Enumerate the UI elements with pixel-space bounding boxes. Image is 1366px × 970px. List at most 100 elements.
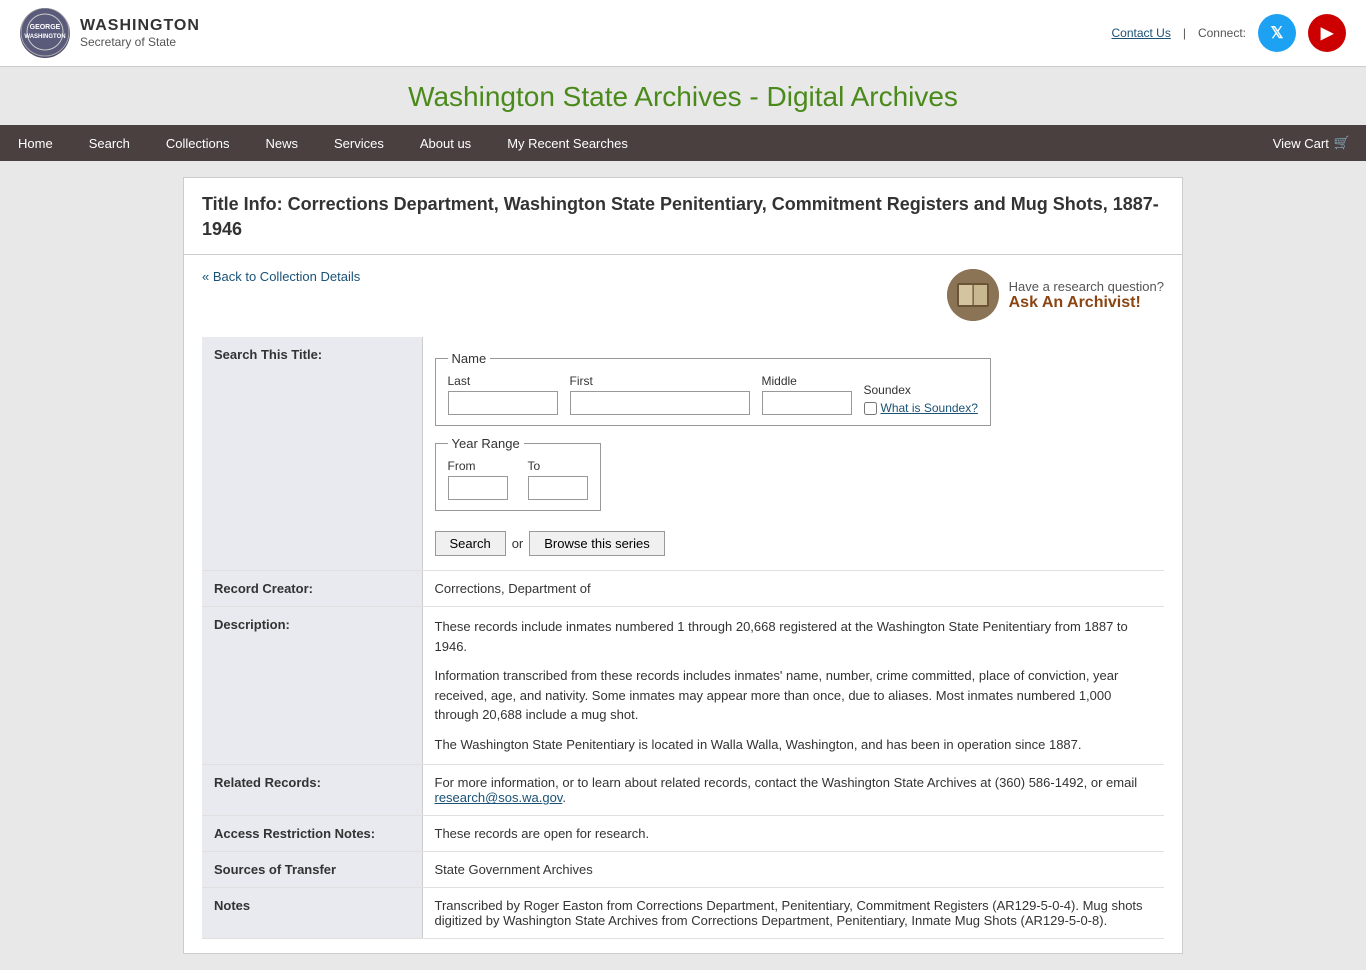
cell-access: These records are open for research. [422,816,1164,852]
wa-state-logo: GEORGE WASHINGTON [20,8,70,58]
youtube-icon: ▶ [1321,23,1333,43]
page-header: GEORGE WASHINGTON WASHINGTON Secretary o… [0,0,1366,67]
main-content: Title Info: Corrections Department, Wash… [183,177,1183,954]
site-title: Washington State Archives - Digital Arch… [0,67,1366,125]
last-name-input[interactable] [448,391,558,415]
cell-record-creator: Corrections, Department of [422,571,1164,607]
back-to-collection-link[interactable]: « Back to Collection Details [202,269,360,284]
archivist-text: Have a research question? Ask An Archivi… [1009,279,1164,312]
contact-us-link[interactable]: Contact Us [1111,26,1170,40]
from-year-field: From [448,459,508,500]
name-fieldset-wrapper: Name Last First [435,351,1153,436]
separator: | [1183,26,1186,40]
info-table: Search This Title: Name Last [202,337,1164,939]
label-access: Access Restriction Notes: [202,816,422,852]
last-name-field: Last [448,374,558,415]
twitter-icon: 𝕏 [1271,23,1284,43]
soundex-section: Soundex What is Soundex? [864,383,978,415]
wa-state-text: WASHINGTON Secretary of State [80,17,200,49]
nav-news[interactable]: News [247,126,316,161]
svg-text:WASHINGTON: WASHINGTON [24,34,65,40]
header-right: Contact Us | Connect: 𝕏 ▶ [1111,14,1346,52]
description-para3: The Washington State Penitentiary is loc… [435,735,1153,755]
table-row-description: Description: These records include inmat… [202,607,1164,765]
archivist-icon [947,269,999,321]
label-description: Description: [202,607,422,765]
name-row: Last First Middle [448,374,978,415]
nav-search[interactable]: Search [71,126,148,161]
cart-label: View Cart [1273,136,1329,151]
nav-about[interactable]: About us [402,126,489,161]
label-search: Search This Title: [202,337,422,571]
to-year-input[interactable] [528,476,588,500]
cell-related: For more information, or to learn about … [422,765,1164,816]
first-name-field: First [570,374,750,415]
top-row: « Back to Collection Details Have a rese… [202,269,1164,321]
youtube-button[interactable]: ▶ [1308,14,1346,52]
description-para2: Information transcribed from these recor… [435,666,1153,725]
table-row-search: Search This Title: Name Last [202,337,1164,571]
nav-collections[interactable]: Collections [148,126,248,161]
from-year-input[interactable] [448,476,508,500]
main-navigation: Home Search Collections News Services Ab… [0,125,1366,161]
to-year-field: To [528,459,588,500]
name-fieldset: Name Last First [435,351,991,426]
related-text: For more information, or to learn about … [435,775,1138,790]
soundex-checkbox[interactable] [864,402,877,415]
description-para1: These records include inmates numbered 1… [435,617,1153,656]
related-text2: . [562,790,566,805]
connect-label: Connect: [1198,26,1246,40]
browse-series-button[interactable]: Browse this series [529,531,664,556]
year-range-fieldset: Year Range From To [435,436,601,511]
or-text: or [512,536,524,551]
twitter-button[interactable]: 𝕏 [1258,14,1296,52]
label-related: Related Records: [202,765,422,816]
table-row-sources: Sources of Transfer State Government Arc… [202,852,1164,888]
from-label: From [448,459,508,473]
logo-inner: GEORGE WASHINGTON [20,8,70,58]
name-legend: Name [448,351,491,366]
cell-sources: State Government Archives [422,852,1164,888]
archivist-question: Have a research question? [1009,279,1164,294]
archivist-box: Have a research question? Ask An Archivi… [947,269,1164,321]
cart-icon: 🛒 [1334,135,1350,151]
year-row: From To [448,459,588,500]
first-label: First [570,374,750,388]
label-sources: Sources of Transfer [202,852,422,888]
search-actions: Search or Browse this series [435,531,1153,556]
year-range-fieldset-wrapper: Year Range From To [435,436,1153,521]
label-notes: Notes [202,888,422,939]
soundex-label: Soundex [864,383,978,397]
search-button[interactable]: Search [435,531,506,556]
state-subtitle: Secretary of State [80,35,200,49]
archivist-cta[interactable]: Ask An Archivist! [1009,294,1141,311]
table-row-access: Access Restriction Notes: These records … [202,816,1164,852]
first-name-input[interactable] [570,391,750,415]
state-name: WASHINGTON [80,17,200,34]
table-row-related: Related Records: For more information, o… [202,765,1164,816]
soundex-checkbox-row: What is Soundex? [864,401,978,415]
header-left: GEORGE WASHINGTON WASHINGTON Secretary o… [20,8,200,58]
cell-notes: Transcribed by Roger Easton from Correct… [422,888,1164,939]
cell-search: Name Last First [422,337,1164,571]
nav-home[interactable]: Home [0,126,71,161]
view-cart-button[interactable]: View Cart 🛒 [1257,125,1366,161]
nav-services[interactable]: Services [316,126,402,161]
page-title: Title Info: Corrections Department, Wash… [184,178,1182,255]
content-area: « Back to Collection Details Have a rese… [184,255,1182,953]
svg-text:GEORGE: GEORGE [30,24,61,31]
related-email-link[interactable]: research@sos.wa.gov [435,790,563,805]
table-row-notes: Notes Transcribed by Roger Easton from C… [202,888,1164,939]
middle-name-field: Middle [762,374,852,415]
soundex-link[interactable]: What is Soundex? [881,401,978,415]
middle-label: Middle [762,374,852,388]
middle-name-input[interactable] [762,391,852,415]
to-label: To [528,459,588,473]
table-row-record-creator: Record Creator: Corrections, Department … [202,571,1164,607]
label-record-creator: Record Creator: [202,571,422,607]
cell-description: These records include inmates numbered 1… [422,607,1164,765]
search-form: Name Last First [435,347,1153,560]
year-range-legend: Year Range [448,436,524,451]
last-label: Last [448,374,558,388]
nav-recent-searches[interactable]: My Recent Searches [489,126,646,161]
